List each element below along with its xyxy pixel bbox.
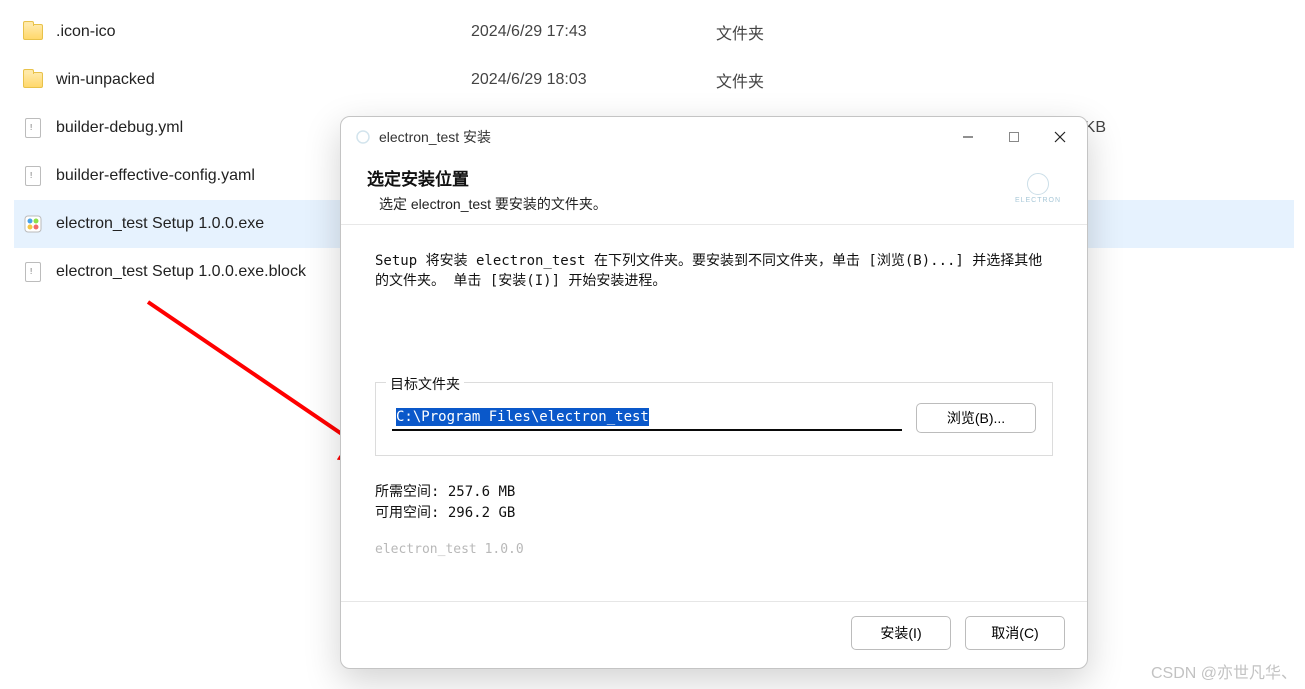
dialog-body: Setup 将安装 electron_test 在下列文件夹。要安装到不同文件夹… xyxy=(341,225,1087,601)
electron-icon xyxy=(1027,173,1049,195)
brand-logo: ELECTRON xyxy=(1015,165,1061,211)
minimize-button[interactable] xyxy=(945,119,991,155)
space-info: 所需空间: 257.6 MB 可用空间: 296.2 GB xyxy=(375,482,1053,524)
instruction-text: Setup 将安装 electron_test 在下列文件夹。要安装到不同文件夹… xyxy=(375,251,1053,292)
window-title: electron_test 安装 xyxy=(379,127,945,147)
file-name: win-unpacked xyxy=(56,71,471,89)
file-icon: ! xyxy=(22,261,44,283)
dialog-footer: 安装(I) 取消(C) xyxy=(341,601,1087,668)
browse-button[interactable]: 浏览(B)... xyxy=(916,403,1036,433)
close-button[interactable] xyxy=(1037,119,1083,155)
watermark: CSDN @亦世凡华、 xyxy=(1151,659,1297,683)
space-available-value: 296.2 GB xyxy=(448,505,515,521)
titlebar[interactable]: electron_test 安装 xyxy=(341,117,1087,157)
destination-fieldset: 目标文件夹 C:\Program Files\electron_test 浏览(… xyxy=(375,382,1053,456)
maximize-button[interactable] xyxy=(991,119,1037,155)
file-type: 文件夹 xyxy=(716,20,986,44)
install-path-input[interactable]: C:\Program Files\electron_test xyxy=(392,405,902,431)
file-type: 文件夹 xyxy=(716,68,986,92)
file-row[interactable]: win-unpacked2024/6/29 18:03文件夹 xyxy=(14,56,1294,104)
file-name: .icon-ico xyxy=(56,23,471,41)
file-row[interactable]: .icon-ico2024/6/29 17:43文件夹 xyxy=(14,8,1294,56)
dialog-header: 选定安装位置 选定 electron_test 要安装的文件夹。 ELECTRO… xyxy=(341,157,1087,225)
file-date: 2024/6/29 18:03 xyxy=(471,71,716,89)
file-icon: ! xyxy=(22,117,44,139)
header-subtitle: 选定 electron_test 要安装的文件夹。 xyxy=(379,194,607,214)
app-icon xyxy=(355,129,371,145)
install-button[interactable]: 安装(I) xyxy=(851,616,951,650)
space-available-label: 可用空间: xyxy=(375,505,439,521)
exe-icon xyxy=(22,213,44,235)
footer-brand: electron_test 1.0.0 xyxy=(375,542,1053,557)
space-required-value: 257.6 MB xyxy=(448,484,515,500)
file-icon: ! xyxy=(22,165,44,187)
space-required-label: 所需空间: xyxy=(375,484,439,500)
installer-dialog: electron_test 安装 选定安装位置 选定 electron_test… xyxy=(340,116,1088,669)
folder-icon xyxy=(22,21,44,43)
folder-icon xyxy=(22,69,44,91)
fieldset-legend: 目标文件夹 xyxy=(386,374,464,394)
cancel-button[interactable]: 取消(C) xyxy=(965,616,1065,650)
header-title: 选定安装位置 xyxy=(367,165,607,190)
file-date: 2024/6/29 17:43 xyxy=(471,23,716,41)
